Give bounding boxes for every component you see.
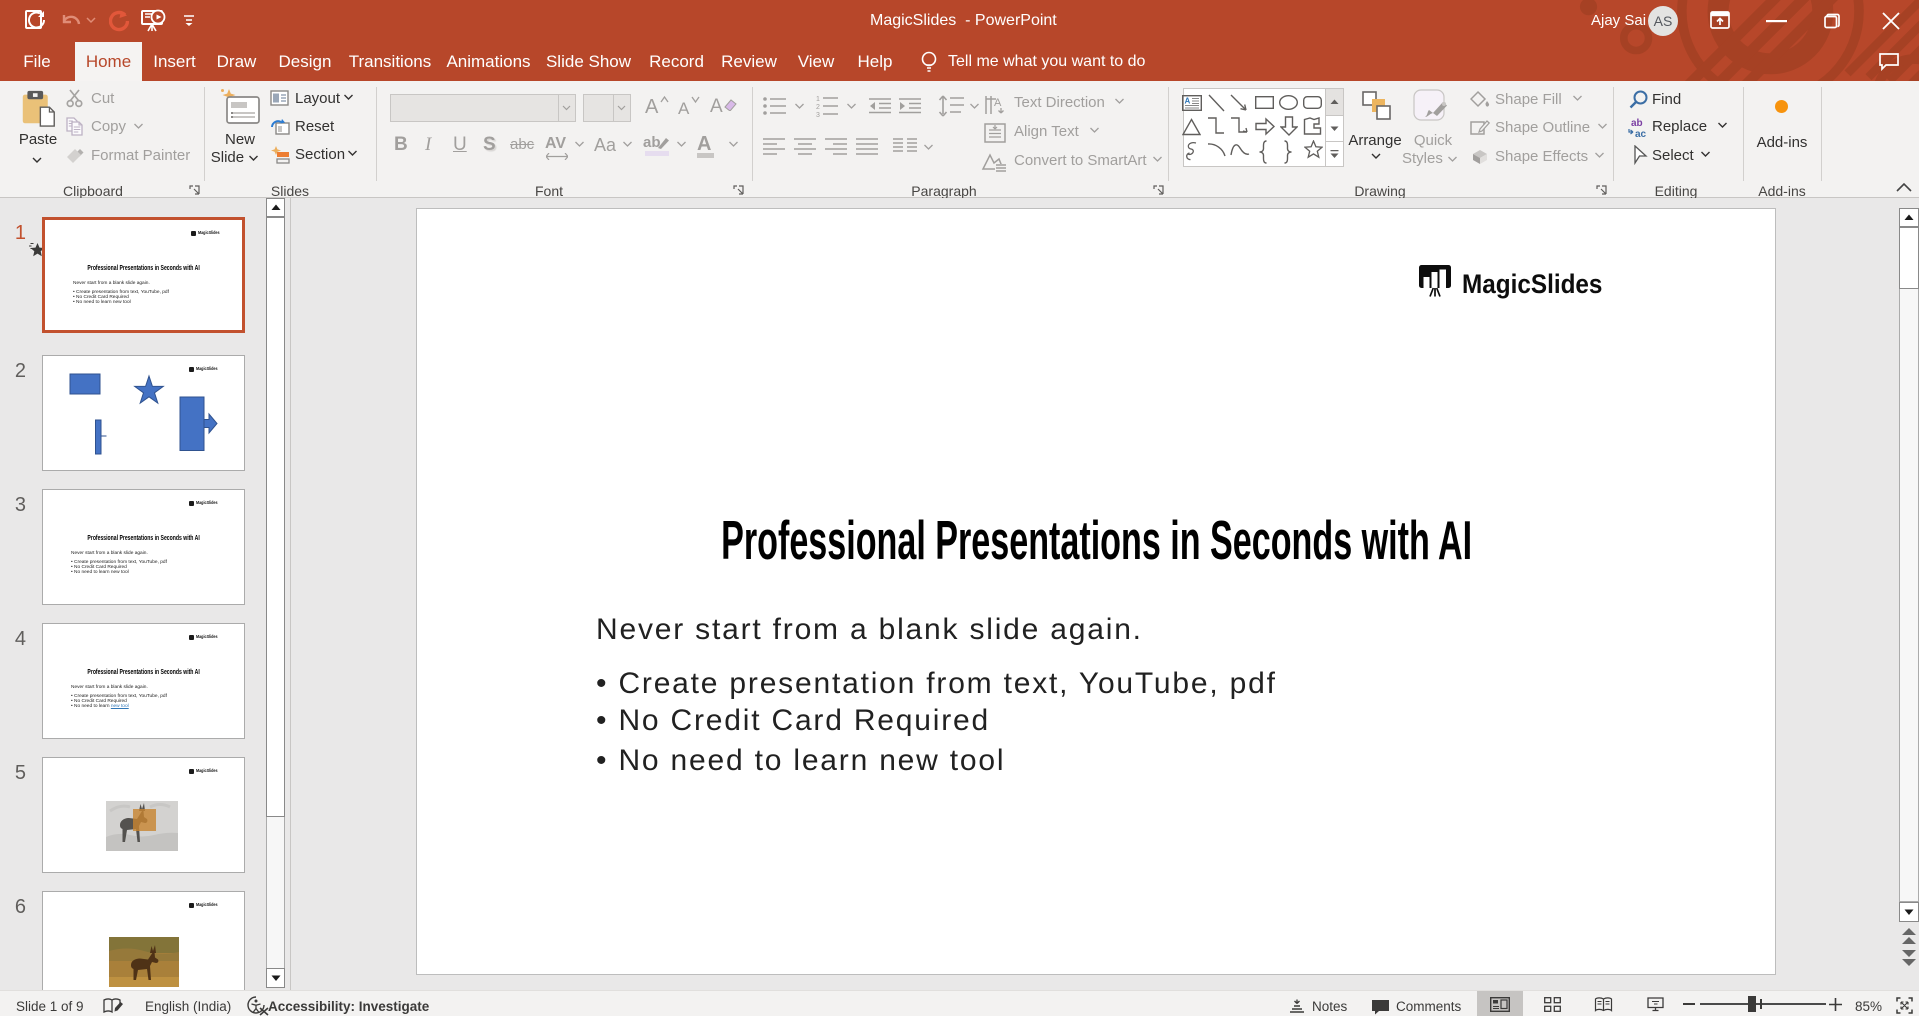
svg-text:ac: ac (1635, 129, 1647, 138)
svg-text:A: A (994, 97, 1002, 109)
svg-text:1: 1 (816, 96, 820, 103)
svg-text:A: A (1185, 97, 1191, 106)
svg-text:2: 2 (816, 104, 820, 111)
svg-text:ab: ab (1631, 118, 1643, 129)
svg-text:3: 3 (816, 112, 820, 118)
